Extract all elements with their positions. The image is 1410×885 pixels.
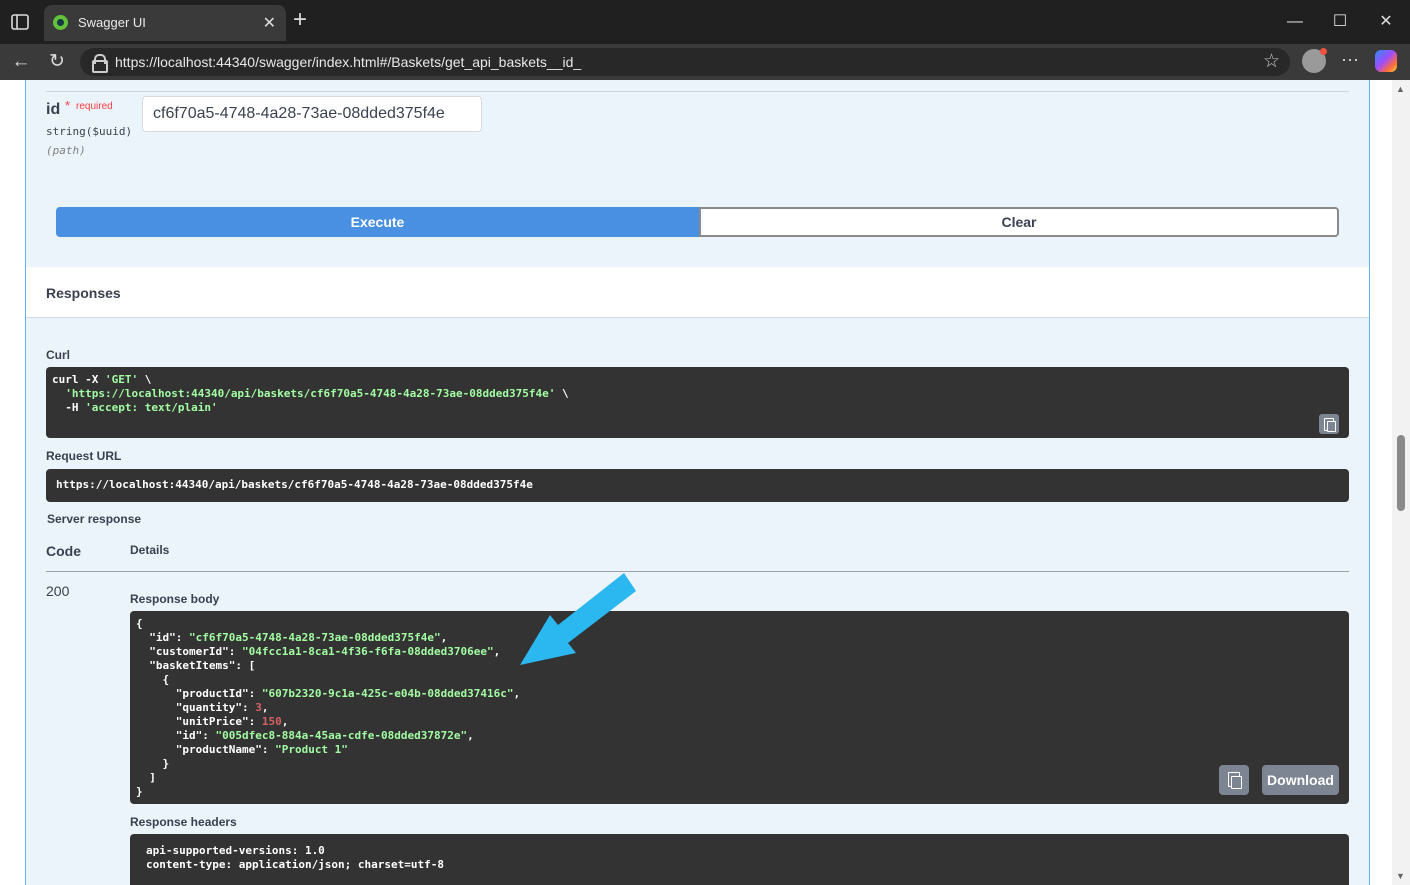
- json-line: "productName": "Product 1": [136, 743, 348, 756]
- response-body-label: Response body: [130, 592, 220, 606]
- favorite-star-icon[interactable]: ☆: [1263, 50, 1280, 73]
- copy-curl-icon[interactable]: [1319, 414, 1339, 434]
- response-table-divider: [46, 571, 1349, 572]
- request-url-label: Request URL: [46, 449, 122, 463]
- copilot-icon[interactable]: [1375, 50, 1397, 72]
- address-bar[interactable]: https://localhost:44340/swagger/index.ht…: [80, 48, 1290, 76]
- clear-button[interactable]: Clear: [699, 207, 1339, 237]
- operation-block: id * required string($uuid) (path) Execu…: [25, 80, 1370, 885]
- scroll-thumb[interactable]: [1397, 435, 1405, 511]
- json-line: }: [136, 785, 143, 798]
- json-line: {: [136, 673, 170, 686]
- swagger-page: id * required string($uuid) (path) Execu…: [0, 80, 1392, 885]
- response-body-block[interactable]: { "id": "cf6f70a5-4748-4a28-73ae-08dded3…: [130, 611, 1349, 804]
- annotation-arrow-icon: [520, 573, 636, 665]
- header-line: content-type: application/json; charset=…: [146, 858, 445, 871]
- responses-title: Responses: [46, 285, 121, 301]
- profile-avatar[interactable]: [1302, 48, 1327, 73]
- copy-response-icon[interactable]: [1219, 765, 1249, 795]
- window-maximize-button[interactable]: ☐: [1328, 10, 1352, 34]
- reload-button[interactable]: ↻: [44, 49, 70, 75]
- json-line: "basketItems": [: [136, 659, 256, 672]
- scroll-down-icon[interactable]: ▼: [1396, 871, 1405, 881]
- curl-line-3: -H 'accept: text/plain': [52, 401, 218, 414]
- code-column-header: Code: [46, 543, 81, 559]
- curl-code-block[interactable]: curl -X 'GET' \ 'https://localhost:44340…: [46, 367, 1349, 438]
- response-headers-label: Response headers: [130, 815, 237, 829]
- browser-tab-bar: Swagger UI ✕ + — ☐ ✕: [0, 0, 1410, 44]
- json-line: "customerId": "04fcc1a1-8ca1-4f36-f6fa-0…: [136, 645, 501, 658]
- download-button[interactable]: Download: [1262, 765, 1339, 795]
- scroll-up-icon[interactable]: ▲: [1396, 84, 1405, 94]
- details-column-header: Details: [130, 543, 170, 557]
- new-tab-button[interactable]: +: [293, 8, 307, 32]
- curl-line-2: 'https://localhost:44340/api/baskets/cf6…: [65, 387, 569, 400]
- curl-label: Curl: [46, 348, 70, 362]
- json-line: "id": "cf6f70a5-4748-4a28-73ae-08dded375…: [136, 631, 448, 644]
- response-headers-block[interactable]: api-supported-versions: 1.0 content-type…: [130, 834, 1349, 885]
- curl-line-1: curl -X 'GET' \: [52, 373, 152, 386]
- json-line: "unitPrice": 150,: [136, 715, 289, 728]
- back-button[interactable]: ←: [8, 49, 34, 75]
- page-scrollbar[interactable]: ▲ ▼: [1392, 80, 1410, 885]
- json-line: {: [136, 617, 143, 630]
- browser-toolbar: ← ↻ https://localhost:44340/swagger/inde…: [0, 44, 1410, 80]
- window-minimize-button[interactable]: —: [1283, 10, 1307, 34]
- header-line: api-supported-versions: 1.0: [146, 844, 325, 857]
- tab-actions-icon[interactable]: [10, 12, 30, 32]
- required-star: *: [65, 98, 71, 113]
- server-response-label: Server response: [47, 512, 142, 526]
- swagger-favicon-icon: [53, 15, 68, 30]
- url-text[interactable]: https://localhost:44340/swagger/index.ht…: [115, 54, 581, 70]
- parameters-divider: [46, 91, 1349, 92]
- parameter-location: (path): [46, 144, 86, 157]
- tab-title: Swagger UI: [78, 15, 146, 30]
- json-line: "id": "005dfec8-884a-45aa-cdfe-08dded378…: [136, 729, 474, 742]
- window-close-button[interactable]: ✕: [1374, 10, 1398, 34]
- json-line: "quantity": 3,: [136, 701, 269, 714]
- json-line: "productId": "607b2320-9c1a-425c-e04b-08…: [136, 687, 521, 700]
- lock-icon[interactable]: [92, 54, 108, 73]
- browser-tab[interactable]: Swagger UI ✕: [44, 5, 286, 41]
- status-code: 200: [46, 583, 70, 599]
- execute-button[interactable]: Execute: [56, 207, 699, 237]
- request-url: https://localhost:44340/api/baskets/cf6f…: [56, 478, 533, 491]
- more-menu-icon[interactable]: ···: [1338, 49, 1362, 70]
- responses-header: Responses: [26, 267, 1369, 318]
- tab-close-icon[interactable]: ✕: [263, 13, 276, 33]
- id-parameter-input[interactable]: [142, 96, 482, 132]
- json-line: ]: [136, 771, 156, 784]
- json-line: }: [136, 757, 170, 770]
- required-label: required: [76, 101, 113, 112]
- parameter-name: id: [46, 101, 61, 118]
- parameter-type: string($uuid): [46, 125, 133, 138]
- request-url-block[interactable]: https://localhost:44340/api/baskets/cf6f…: [46, 469, 1349, 502]
